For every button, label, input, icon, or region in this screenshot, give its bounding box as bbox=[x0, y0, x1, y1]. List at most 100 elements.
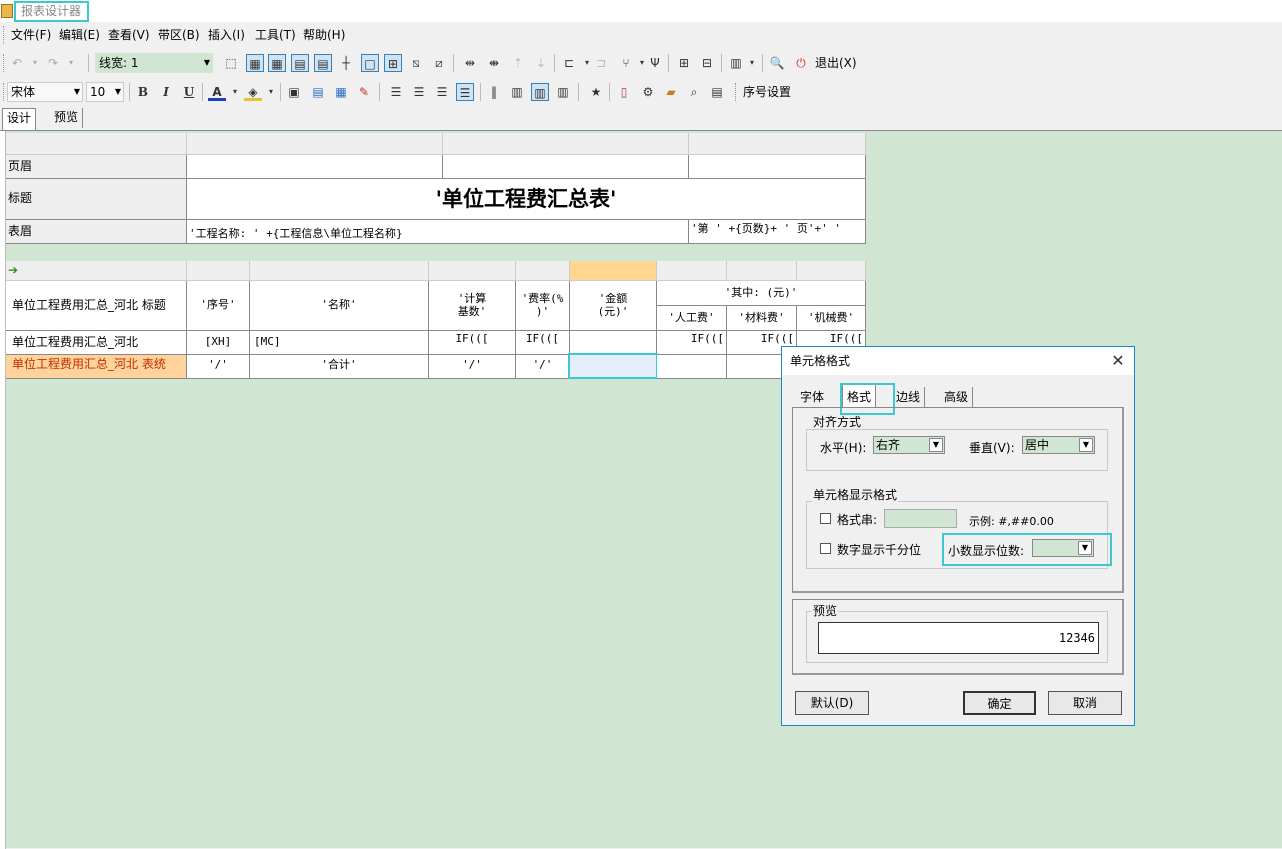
thousands-separator-checkbox[interactable] bbox=[820, 543, 831, 554]
body-base-cell[interactable]: IF(([ bbox=[429, 331, 516, 355]
inner-border-icon[interactable]: ▦ bbox=[268, 54, 286, 72]
header-name-cell[interactable]: '名称' bbox=[250, 281, 429, 331]
menu-help[interactable]: 帮助(H) bbox=[303, 28, 345, 42]
ok-button[interactable]: 确定 bbox=[963, 691, 1036, 715]
top-border-icon[interactable]: ▤ bbox=[291, 54, 309, 72]
all-borders-icon[interactable]: ⊞ bbox=[384, 54, 402, 72]
band-label-title[interactable]: 标题 bbox=[6, 179, 187, 220]
header-machine-cell[interactable]: '机械费' bbox=[797, 306, 866, 331]
redo-icon[interactable]: ↷ bbox=[44, 54, 62, 72]
close-icon[interactable]: ✕ bbox=[1107, 351, 1129, 371]
font-color-dropdown-icon[interactable]: ▾ bbox=[226, 83, 244, 101]
menu-file[interactable]: 文件(F) bbox=[11, 28, 51, 42]
valign-bottom-icon[interactable]: ▥ bbox=[554, 83, 572, 101]
print-preview-icon[interactable]: 🔍 bbox=[768, 54, 786, 72]
bold-button[interactable]: B bbox=[134, 83, 152, 101]
band-label-table-header[interactable]: 表眉 bbox=[6, 220, 187, 244]
arrow-icon[interactable]: ➔ bbox=[6, 261, 187, 281]
dialog-tab-advanced[interactable]: 高级 bbox=[940, 387, 974, 407]
column-header[interactable] bbox=[187, 261, 250, 281]
header-among-cell[interactable]: '其中: (元)' bbox=[657, 281, 866, 306]
dialog-tab-font[interactable]: 字体 bbox=[796, 387, 828, 407]
underline-button[interactable]: U bbox=[180, 83, 198, 101]
image-icon[interactable]: ▤ bbox=[309, 83, 327, 101]
page-header-cell[interactable] bbox=[187, 155, 443, 179]
book-icon[interactable]: ▯ bbox=[615, 83, 633, 101]
delete-column-icon[interactable]: ⊐ bbox=[592, 54, 610, 72]
header-material-cell[interactable]: '材料费' bbox=[727, 306, 797, 331]
menu-tools[interactable]: 工具(T) bbox=[255, 28, 296, 42]
dialog-tab-border[interactable]: 边线 bbox=[892, 387, 926, 407]
delete-row-icon[interactable]: ⇣ bbox=[532, 54, 550, 72]
page-header-cell[interactable] bbox=[443, 155, 689, 179]
exit-button[interactable]: 退出(X) bbox=[815, 56, 857, 70]
row-label-total[interactable]: 单位工程费用汇总_河北 表统 bbox=[6, 355, 187, 379]
vertical-align-select[interactable]: 居中 ▼ bbox=[1022, 436, 1095, 454]
undo-dropdown-icon[interactable]: ▾ bbox=[26, 54, 44, 72]
font-color-icon[interactable]: A bbox=[208, 83, 226, 101]
total-rate-cell[interactable]: '/' bbox=[516, 355, 570, 379]
column-header[interactable] bbox=[727, 261, 797, 281]
column-header[interactable] bbox=[657, 261, 727, 281]
cross-border-icon[interactable]: ┼ bbox=[337, 54, 355, 72]
cancel-button[interactable]: 取消 bbox=[1048, 691, 1122, 715]
menu-edit[interactable]: 编辑(E) bbox=[59, 28, 100, 42]
row-label-title[interactable]: 单位工程费用汇总_河北 标题 bbox=[6, 281, 187, 331]
italic-button[interactable]: I bbox=[157, 83, 175, 101]
header-base-cell[interactable]: '计算 基数' bbox=[429, 281, 516, 331]
star-icon[interactable]: ★ bbox=[587, 83, 605, 101]
default-button[interactable]: 默认(D) bbox=[795, 691, 869, 715]
sequence-settings-button[interactable]: 序号设置 bbox=[743, 85, 791, 99]
format-string-checkbox[interactable] bbox=[820, 513, 831, 524]
column-header[interactable] bbox=[689, 133, 866, 155]
fill-color-dropdown-icon[interactable]: ▾ bbox=[262, 83, 280, 101]
report-title-cell[interactable]: '单位工程费汇总表' bbox=[187, 179, 866, 220]
column-header[interactable] bbox=[797, 261, 866, 281]
menu-band[interactable]: 带区(B) bbox=[158, 28, 200, 42]
body-amount-cell[interactable] bbox=[570, 331, 657, 355]
valign-middle-icon[interactable]: ▥ bbox=[531, 83, 549, 101]
column-header[interactable] bbox=[429, 261, 516, 281]
merge-cells-icon[interactable]: ⇹ bbox=[461, 54, 479, 72]
fill-color-icon[interactable]: ◈ bbox=[244, 83, 262, 101]
body-seq-cell[interactable]: [XH] bbox=[187, 331, 250, 355]
insert-column-icon[interactable]: ⊏ bbox=[560, 54, 578, 72]
cell-format-icon[interactable]: ▣ bbox=[285, 83, 303, 101]
band-label-page-header[interactable]: 页眉 bbox=[6, 155, 187, 179]
page-number-cell[interactable]: '第 ' +{页数}+ ' 页'+' ' bbox=[689, 220, 866, 244]
align-left-icon[interactable]: ☰ bbox=[410, 83, 428, 101]
row-label-body[interactable]: 单位工程费用汇总_河北 bbox=[6, 331, 187, 355]
edit-icon[interactable]: ✎ bbox=[355, 83, 373, 101]
column-header-selected[interactable] bbox=[570, 261, 657, 281]
tab-design[interactable]: 设计 bbox=[2, 108, 37, 130]
page-header-cell[interactable] bbox=[689, 155, 866, 179]
exit-icon[interactable]: ⏻ bbox=[792, 54, 810, 72]
valign-top-icon[interactable]: ‖ bbox=[485, 83, 503, 101]
column-header[interactable] bbox=[443, 133, 689, 155]
total-labor-cell[interactable] bbox=[657, 355, 727, 379]
column-header[interactable] bbox=[187, 133, 443, 155]
header-amount-cell[interactable]: '金额 (元)' bbox=[570, 281, 657, 331]
fork-icon[interactable]: Ψ bbox=[646, 54, 664, 72]
insert-row-icon[interactable]: ⇡ bbox=[509, 54, 527, 72]
line-width-combo[interactable]: 线宽: 1 ▼ bbox=[95, 53, 213, 73]
diagonal-down-icon[interactable]: ⧅ bbox=[407, 54, 425, 72]
format-string-input[interactable] bbox=[884, 509, 957, 528]
settings-icon[interactable]: ⚙ bbox=[639, 83, 657, 101]
no-border-icon[interactable]: ⬚ bbox=[222, 54, 240, 72]
font-combo[interactable]: 宋体 ▼ bbox=[7, 82, 83, 102]
table-icon[interactable]: ⊟ bbox=[698, 54, 716, 72]
body-rate-cell[interactable]: IF(([ bbox=[516, 331, 570, 355]
project-name-cell[interactable]: '工程名称: ' +{工程信息\单位工程名称} bbox=[187, 220, 689, 244]
document-search-icon[interactable]: ⌕ bbox=[685, 83, 703, 101]
align-center-icon[interactable]: ☰ bbox=[433, 83, 451, 101]
bottom-border-icon[interactable]: ▤ bbox=[314, 54, 332, 72]
grid-icon[interactable]: ⊞ bbox=[675, 54, 693, 72]
box-border-icon[interactable]: □ bbox=[361, 54, 379, 72]
align-justify-icon[interactable]: ☰ bbox=[387, 83, 405, 101]
folder-icon[interactable]: ▰ bbox=[662, 83, 680, 101]
total-base-cell[interactable]: '/' bbox=[429, 355, 516, 379]
valign-justify-icon[interactable]: ▥ bbox=[508, 83, 526, 101]
column-header[interactable] bbox=[516, 261, 570, 281]
font-size-combo[interactable]: 10 ▼ bbox=[86, 82, 124, 102]
